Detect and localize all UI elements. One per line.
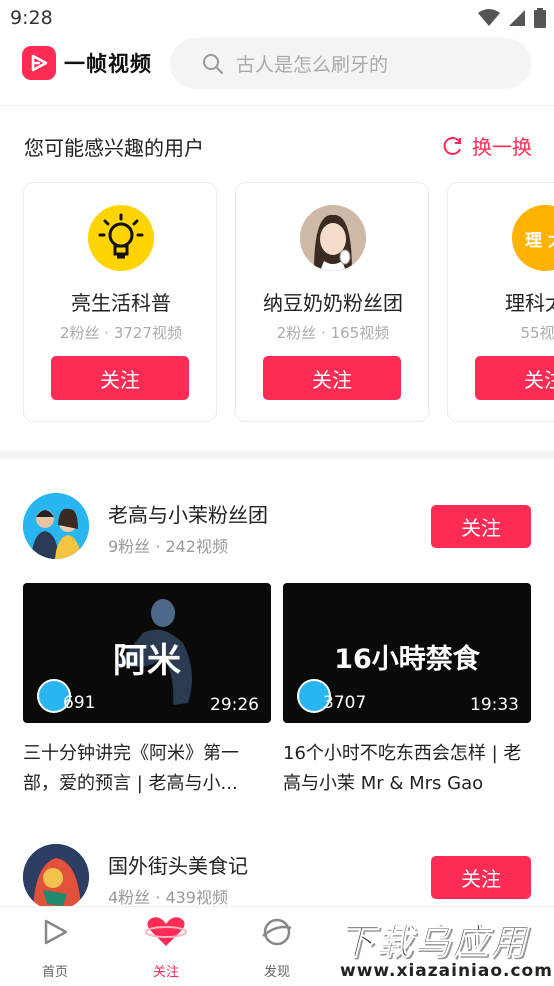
video-card[interactable]: 阿米 691 29:26 三十分钟讲完《阿米》第一部，爱的预言 | 老高与小..…	[23, 583, 271, 799]
status-time: 9:28	[10, 7, 53, 29]
follow-button[interactable]: 关注	[51, 356, 189, 400]
follow-button[interactable]: 关注	[263, 356, 401, 400]
lightbulb-icon	[98, 213, 144, 259]
avatar	[88, 205, 154, 271]
suggest-cards: 亮生活科普 2粉丝 · 3727视频 关注 纳豆奶奶粉丝团 2粉丝 · 165视…	[23, 182, 554, 424]
user-name: 亮生活科普	[71, 291, 171, 315]
author-name: 国外街头美食记	[108, 854, 248, 878]
art-portrait-icon	[23, 844, 89, 910]
app-logo[interactable]: 一帧视频	[22, 46, 152, 80]
tab-label: 发现	[263, 965, 290, 980]
video-duration: 19:33	[470, 695, 519, 715]
video-thumbnail[interactable]: 16小時禁食 3707 19:33	[283, 583, 531, 723]
video-card[interactable]: 16小時禁食 3707 19:33 16个小时不吃东西会怎样 | 老高与小茉 M…	[283, 583, 531, 799]
user-card[interactable]: 纳豆奶奶粉丝团 2粉丝 · 165视频 关注	[235, 182, 429, 422]
search-placeholder: 古人是怎么刷牙的	[236, 54, 389, 76]
home-play-icon	[44, 919, 68, 945]
suggest-title: 您可能感兴趣的用户	[24, 136, 204, 160]
user-stats: 55视频	[520, 324, 554, 342]
section-divider	[0, 450, 554, 458]
author-row[interactable]: 老高与小茉粉丝团 9粉丝 · 242视频 关注	[23, 493, 531, 563]
status-bar: 9:28	[0, 0, 554, 36]
video-duration: 29:26	[210, 695, 259, 715]
app-header: 一帧视频 古人是怎么刷牙的	[0, 36, 554, 106]
signal-icon	[509, 10, 525, 26]
person-photo-icon	[300, 205, 366, 271]
watermark-url: www.xiazainiao.com	[340, 961, 553, 981]
user-stats: 2粉丝 · 3727视频	[59, 324, 183, 342]
couple-photo-icon	[23, 493, 89, 559]
video-views: 691	[63, 693, 96, 713]
wifi-icon	[478, 9, 500, 26]
user-name: 纳豆奶奶粉丝团	[263, 291, 403, 315]
tab-label: 首页	[41, 965, 68, 980]
avatar	[23, 493, 89, 559]
refresh-label: 换一换	[472, 135, 532, 159]
author-stats: 4粉丝 · 439视频	[108, 888, 228, 907]
planet-icon	[262, 918, 292, 946]
refresh-icon	[443, 136, 461, 155]
follow-button[interactable]: 关注	[475, 356, 554, 400]
video-title[interactable]: 三十分钟讲完《阿米》第一部，爱的预言 | 老高与小...	[23, 739, 271, 799]
tab-following[interactable]: 关注	[121, 915, 211, 980]
search-icon	[203, 53, 223, 74]
author-name: 老高与小茉粉丝团	[108, 503, 268, 527]
avatar	[300, 205, 366, 271]
avatar: 理 太	[512, 205, 554, 271]
search-input[interactable]: 古人是怎么刷牙的	[170, 38, 531, 89]
video-title[interactable]: 16个小时不吃东西会怎样 | 老高与小茉 Mr & Mrs Gao	[283, 739, 531, 799]
author-row[interactable]: 国外街头美食记 4粉丝 · 439视频 关注	[23, 844, 531, 914]
watermark-text: 下载乌应用	[337, 922, 529, 964]
user-card[interactable]: 理 太 理科太太 55视频 关注	[447, 182, 554, 422]
heart-icon	[145, 917, 187, 946]
follow-button[interactable]: 关注	[431, 856, 531, 899]
author-stats: 9粉丝 · 242视频	[108, 537, 228, 556]
logo-play-icon	[22, 46, 56, 80]
logo-text: 一帧视频	[64, 52, 152, 76]
tab-label: 关注	[152, 965, 179, 980]
video-thumbnail[interactable]: 阿米 691 29:26	[23, 583, 271, 723]
tab-home[interactable]: 首页	[10, 915, 100, 980]
video-overlay-text: 16小時禁食	[334, 644, 480, 675]
user-name: 理科太太	[505, 291, 554, 315]
status-icons	[478, 8, 546, 28]
watermark: 下载乌应用 www.xiazainiao.com	[332, 906, 554, 986]
battery-icon	[534, 8, 546, 28]
video-overlay-text: 阿米	[113, 641, 181, 681]
avatar	[23, 844, 89, 910]
user-stats: 2粉丝 · 165视频	[276, 324, 390, 342]
follow-button[interactable]: 关注	[431, 505, 531, 548]
refresh-button[interactable]: 换一换	[442, 131, 532, 160]
video-views: 3707	[323, 693, 367, 713]
avatar-text: 理 太	[525, 230, 554, 251]
tab-discover[interactable]: 发现	[232, 915, 322, 980]
user-card[interactable]: 亮生活科普 2粉丝 · 3727视频 关注	[23, 182, 217, 422]
